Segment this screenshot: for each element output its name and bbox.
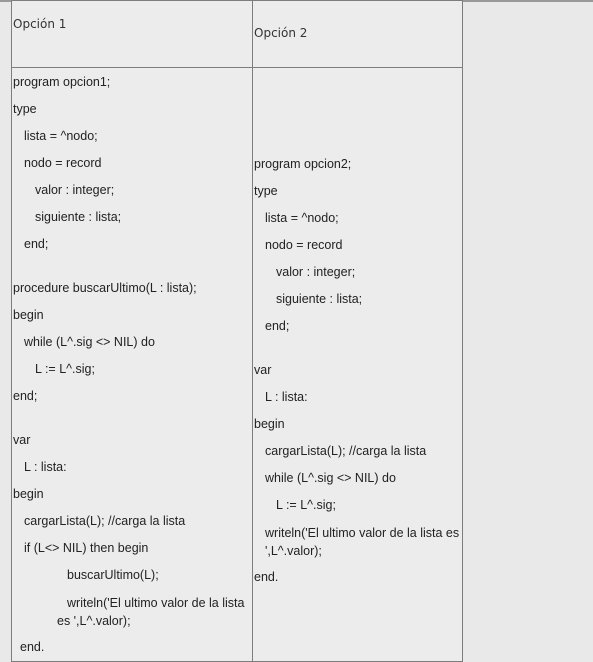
code-line: end; xyxy=(265,319,290,333)
table-body-row: program opcion1; type lista = ^nodo; nod… xyxy=(11,67,463,662)
code-line: lista = ^nodo; xyxy=(24,129,98,143)
code-line: type xyxy=(254,184,278,198)
code-line: while (L^.sig <> NIL) do xyxy=(24,335,155,349)
code-line: valor : integer; xyxy=(35,183,115,197)
table-header-row: Opción 1 Opción 2 xyxy=(11,0,463,68)
code-line: program opcion1; xyxy=(13,75,111,89)
header-cell-option1: Opción 1 xyxy=(11,0,253,68)
code-line: while (L^.sig <> NIL) do xyxy=(265,471,396,485)
code-line: L := L^.sig; xyxy=(276,498,336,512)
code-line: nodo = record xyxy=(265,238,343,252)
code-line: siguiente : lista; xyxy=(35,210,122,224)
code-line: siguiente : lista; xyxy=(276,292,363,306)
code-line: L : lista: xyxy=(265,390,308,404)
code-line: buscarUltimo(L); xyxy=(67,568,159,582)
code-line: L : lista: xyxy=(24,460,67,474)
header-cell-option2: Opción 2 xyxy=(252,0,463,68)
code-line: valor : integer; xyxy=(276,265,356,279)
code-line: procedure buscarUltimo(L : lista); xyxy=(13,281,197,295)
code-line: type xyxy=(13,102,37,116)
option1-header: Opción 1 xyxy=(13,17,67,31)
code-line: lista = ^nodo; xyxy=(265,211,339,225)
option1-code: program opcion1; type lista = ^nodo; nod… xyxy=(13,69,252,661)
code-line: nodo = record xyxy=(24,156,102,170)
code-line: program opcion2; xyxy=(254,157,352,171)
code-line: end; xyxy=(24,237,49,251)
option1-code-cell: program opcion1; type lista = ^nodo; nod… xyxy=(11,67,253,662)
code-line: L := L^.sig; xyxy=(35,362,95,376)
code-line: begin xyxy=(13,308,44,322)
option2-header: Opción 2 xyxy=(254,26,308,40)
code-line: writeln('El ultimo valor de la lista es … xyxy=(57,596,245,628)
options-comparison-table: Opción 1 Opción 2 program opcion1; type … xyxy=(11,0,463,662)
code-line: var xyxy=(13,433,31,447)
code-line: end. xyxy=(254,570,279,584)
code-line: writeln('El ultimo valor de la lista es … xyxy=(265,526,460,558)
code-line: begin xyxy=(13,487,44,501)
code-line: end. xyxy=(20,640,45,654)
code-line: begin xyxy=(254,417,285,431)
code-line: cargarLista(L); //carga la lista xyxy=(265,444,427,458)
option2-code: program opcion2; type lista = ^nodo; nod… xyxy=(254,69,462,592)
code-line: end; xyxy=(13,389,38,403)
code-line: if (L<> NIL) then begin xyxy=(24,541,149,555)
code-line: var xyxy=(254,363,272,377)
option2-code-cell: program opcion2; type lista = ^nodo; nod… xyxy=(252,67,463,662)
code-line: cargarLista(L); //carga la lista xyxy=(24,514,186,528)
